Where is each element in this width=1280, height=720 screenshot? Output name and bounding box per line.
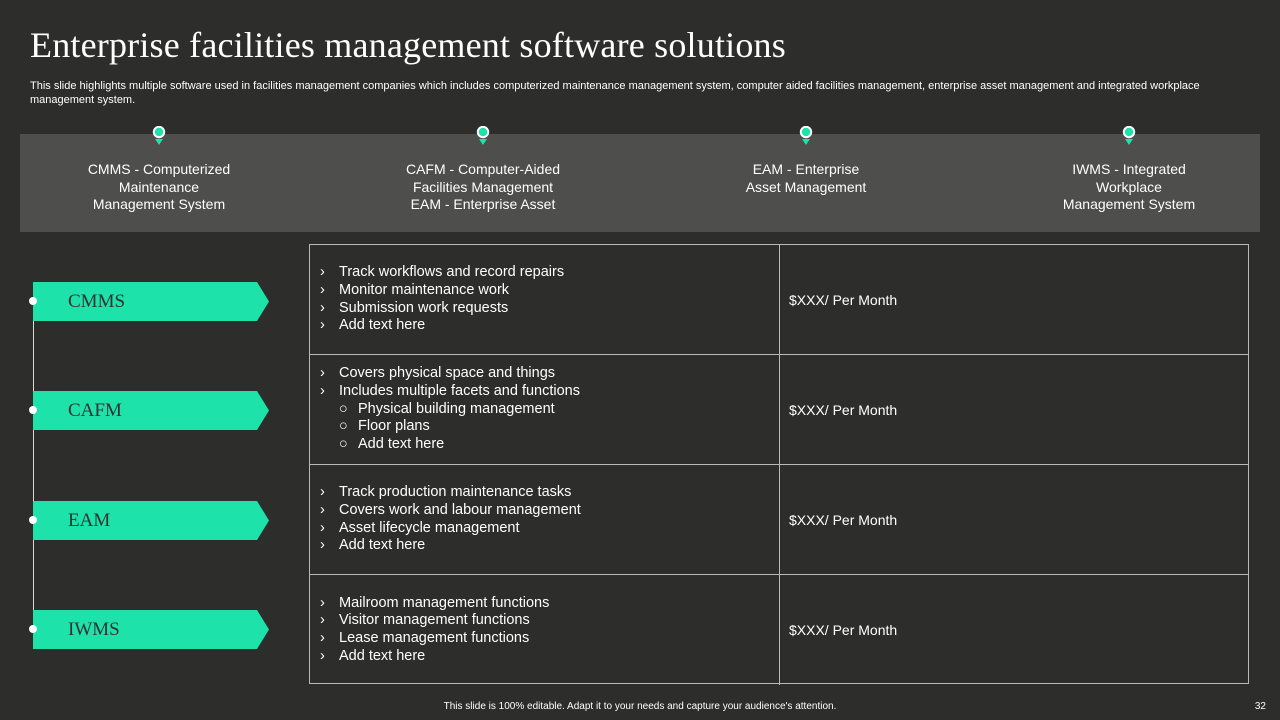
bullet-item: › Covers physical space and things xyxy=(320,365,556,382)
features-cell: › Covers physical space and things › Inclu… xyxy=(310,355,780,464)
bullet-item: › Add text here xyxy=(320,537,426,554)
features-cell: › Mailroom management functions › Visitor … xyxy=(310,575,780,685)
bullet-item: › Mailroom management functions xyxy=(320,594,550,611)
price-cell: $XXX/ Per Month xyxy=(789,511,898,528)
band-item-cmms: CMMS - Computerized Maintenance Manageme… xyxy=(59,126,259,232)
software-band: CMMS - Computerized Maintenance Manageme… xyxy=(20,126,1260,232)
bullet-item: › Asset lifecycle management xyxy=(320,519,520,536)
features-table: › Track workflows and record repairs › Mon… xyxy=(309,244,1249,685)
bullet-item: › Add text here xyxy=(320,647,426,664)
band-item-iwms: IWMS - Integrated Workplace Management S… xyxy=(1029,126,1229,232)
sub-bullet-item: ○ Floor plans xyxy=(339,418,430,435)
slide-title: Enterprise facilities management softwar… xyxy=(30,25,786,65)
bullet-item: › Includes multiple facets and functions xyxy=(320,382,580,399)
tag-label: IWMS xyxy=(68,619,120,640)
band-label: CMMS - Computerized Maintenance Manageme… xyxy=(87,161,231,212)
timeline-dot xyxy=(29,625,37,633)
tag-label: CAFM xyxy=(68,400,122,421)
tag-label: EAM xyxy=(68,510,111,531)
tag-cmms: CMMS xyxy=(29,282,269,321)
sub-bullet-item: ○ Add text here xyxy=(339,436,445,453)
page-number: 32 xyxy=(1254,701,1266,712)
table-row: › Covers physical space and things › Inclu… xyxy=(310,355,1248,465)
bullet-item: › Track production maintenance tasks xyxy=(320,484,572,501)
band-label: EAM - Enterprise Asset Management xyxy=(745,161,867,195)
sub-bullet-item: ○ Physical building management xyxy=(339,400,555,417)
timeline-dot xyxy=(29,516,37,524)
tag-eam: EAM xyxy=(29,501,269,540)
band-label: CAFM - Computer-Aided Facilities Managem… xyxy=(405,161,561,212)
price-cell: $XXX/ Per Month xyxy=(789,291,898,308)
band-item-eam: EAM - Enterprise Asset Management xyxy=(706,126,906,232)
tag-label: CMMS xyxy=(68,291,126,312)
price-cell: $XXX/ Per Month xyxy=(789,622,898,638)
slide-subtitle: This slide highlights multiple software … xyxy=(30,80,1200,106)
bullet-item: › Monitor maintenance work xyxy=(320,281,510,298)
band-item-cafm: CAFM - Computer-Aided Facilities Managem… xyxy=(383,126,583,232)
features-cell: › Track workflows and record repairs › Mon… xyxy=(310,245,780,354)
features-cell: › Track production maintenance tasks › Cov… xyxy=(310,465,780,574)
timeline-dot xyxy=(29,406,37,414)
footer-note: This slide is 100% editable. Adapt it to… xyxy=(443,701,837,712)
timeline-dot xyxy=(29,297,37,305)
table-row: › Mailroom management functions › Visitor … xyxy=(310,575,1248,685)
bullet-item: › Covers work and labour management xyxy=(320,501,581,518)
table-row: › Track workflows and record repairs › Mon… xyxy=(310,245,1248,355)
bullet-item: › Submission work requests xyxy=(320,299,509,316)
bullet-item: › Visitor management functions xyxy=(320,612,530,629)
bullet-item: › Track workflows and record repairs xyxy=(320,264,565,281)
tag-cafm: CAFM xyxy=(29,391,269,430)
timeline-line xyxy=(33,300,34,630)
price-cell: $XXX/ Per Month xyxy=(789,401,898,418)
map-pin-icon xyxy=(476,126,490,145)
band-label: IWMS - Integrated Workplace Management S… xyxy=(1062,161,1196,212)
map-pin-icon xyxy=(152,126,166,145)
tag-iwms: IWMS xyxy=(29,610,269,649)
map-pin-icon xyxy=(799,126,813,145)
bullet-item: › Add text here xyxy=(320,317,426,334)
map-pin-icon xyxy=(1122,126,1136,145)
bullet-item: › Lease management functions xyxy=(320,630,530,646)
table-row: › Track production maintenance tasks › Cov… xyxy=(310,465,1248,575)
